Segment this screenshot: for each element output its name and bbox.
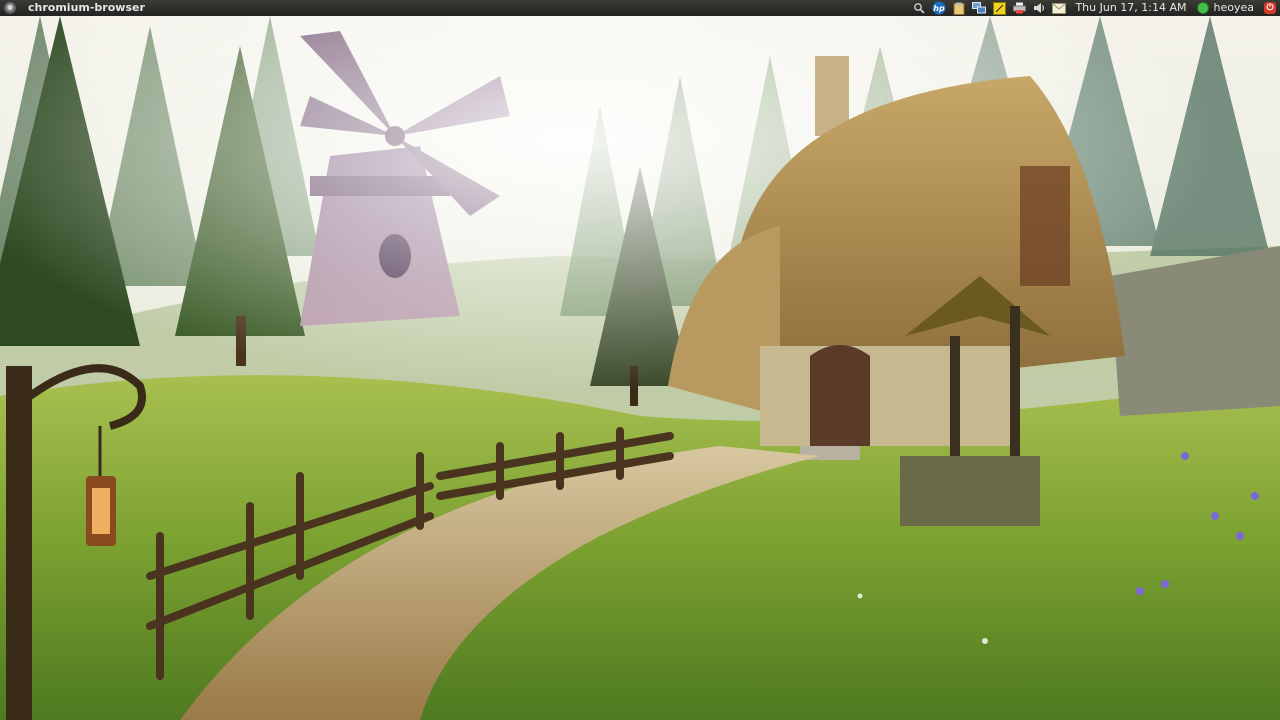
status-online-icon[interactable] bbox=[1196, 2, 1209, 14]
notes-icon[interactable] bbox=[992, 1, 1006, 15]
top-panel: chromium-browser hp Thu Jun 17, 1:14 AM … bbox=[0, 0, 1280, 16]
hp-icon[interactable]: hp bbox=[932, 1, 946, 15]
printer-icon[interactable] bbox=[1012, 1, 1026, 15]
hp-label: hp bbox=[934, 4, 946, 13]
username[interactable]: heoyea bbox=[1214, 0, 1255, 16]
power-icon[interactable]: ⏻ bbox=[1264, 2, 1276, 14]
desktop-wallpaper bbox=[0, 16, 1280, 720]
search-icon[interactable] bbox=[912, 1, 926, 15]
active-app-name[interactable]: chromium-browser bbox=[28, 0, 145, 16]
mail-icon[interactable] bbox=[1052, 1, 1067, 15]
panel-left: chromium-browser bbox=[2, 0, 145, 16]
clock[interactable]: Thu Jun 17, 1:14 AM bbox=[1075, 0, 1186, 16]
volume-icon[interactable] bbox=[1032, 1, 1046, 15]
clipboard-icon[interactable] bbox=[952, 1, 966, 15]
wallpaper-illustration bbox=[0, 16, 1280, 720]
panel-right: hp Thu Jun 17, 1:14 AM heoyea ⏻ bbox=[909, 0, 1276, 16]
distro-logo-icon[interactable] bbox=[4, 2, 16, 14]
network-icon[interactable] bbox=[972, 1, 987, 15]
